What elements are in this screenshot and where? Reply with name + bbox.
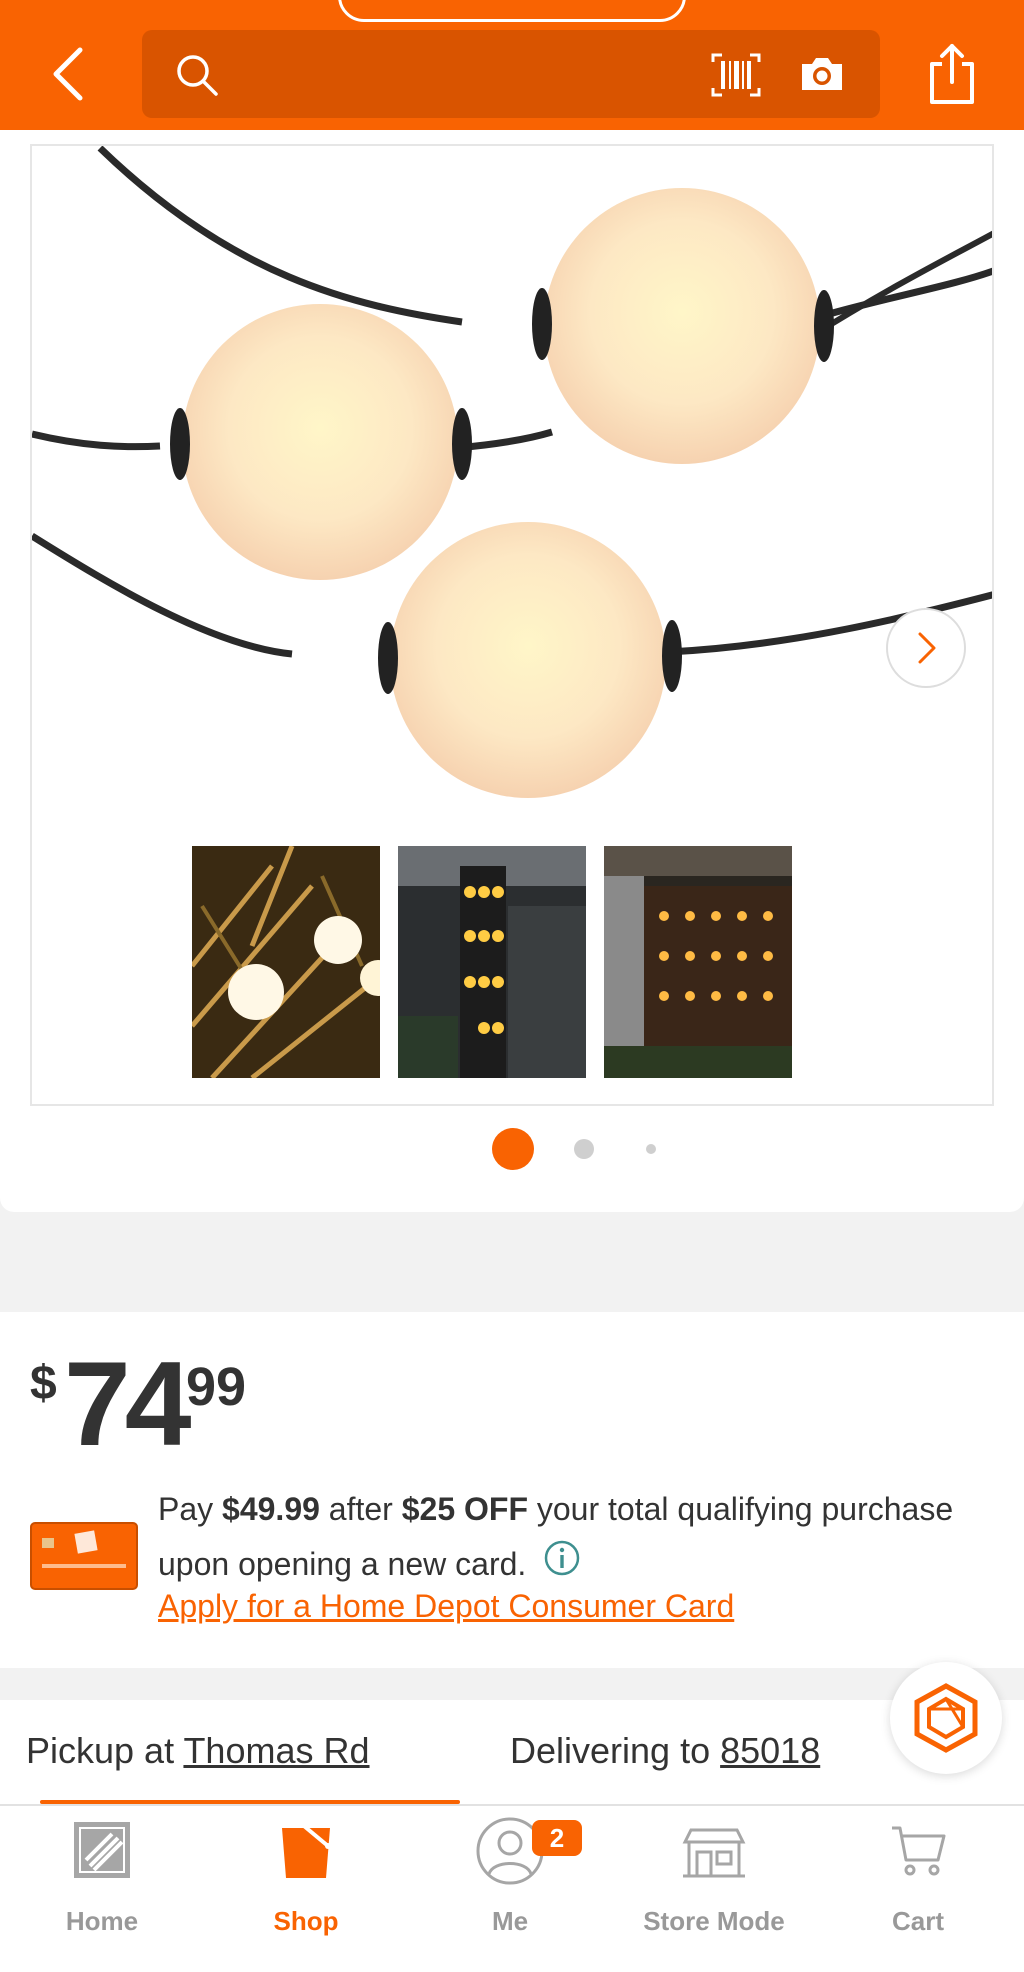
- nav-home[interactable]: Home: [0, 1806, 204, 1972]
- hexagon-chat-icon: [914, 1683, 978, 1753]
- home-depot-logo-icon: [74, 1822, 130, 1878]
- chat-assistant-button[interactable]: [890, 1662, 1002, 1774]
- search-bar[interactable]: [142, 30, 880, 118]
- nav-cart[interactable]: Cart: [816, 1806, 1020, 1972]
- nav-me-label: Me: [491, 1906, 529, 1936]
- pagination-dot[interactable]: [646, 1144, 656, 1154]
- search-icon: [177, 55, 218, 96]
- product-gallery-card: [0, 130, 1024, 1212]
- nav-store-mode-label: Store Mode: [643, 1906, 785, 1936]
- camera-icon[interactable]: [798, 54, 846, 94]
- chevron-right-icon: [918, 632, 936, 664]
- thumbnail-1[interactable]: [192, 846, 380, 1078]
- cart-icon: [892, 1826, 946, 1876]
- nav-shop[interactable]: Shop: [204, 1806, 408, 1972]
- app-header: [0, 0, 1024, 130]
- nav-home-label: Home: [65, 1906, 139, 1936]
- price-dollars: 74: [64, 1337, 192, 1471]
- nav-me[interactable]: 2 Me: [408, 1806, 612, 1972]
- price-section: $ 74 99 Pay $49.99 after $25 OFF your to…: [0, 1312, 1024, 1668]
- barcode-icon[interactable]: [710, 52, 762, 98]
- fulfillment-tabs: Pickup at Thomas Rd Delivering to 85018: [0, 1700, 1024, 1804]
- gallery-pagination: [0, 1128, 1024, 1170]
- info-icon[interactable]: [543, 1539, 581, 1577]
- product-hero-image[interactable]: [30, 144, 994, 1106]
- back-button[interactable]: [40, 40, 96, 108]
- price-cents: 99: [186, 1357, 247, 1417]
- pagination-dot[interactable]: [574, 1139, 594, 1159]
- store-icon: [682, 1828, 746, 1878]
- share-icon: [930, 44, 974, 104]
- promo-after: after: [328, 1491, 393, 1527]
- nav-store-mode[interactable]: Store Mode: [612, 1806, 816, 1972]
- nav-shop-label: Shop: [273, 1906, 339, 1936]
- pagination-dot-active[interactable]: [492, 1128, 534, 1170]
- delivery-label: Delivering to: [510, 1730, 711, 1771]
- card-promo-text: Pay $49.99 after $25 OFF your total qual…: [158, 1482, 998, 1592]
- back-arrow-icon: [53, 47, 83, 101]
- promo-discount: $25 OFF: [401, 1491, 528, 1527]
- bottom-navigation: Home Shop 2 Me Store Mode Cart: [0, 1804, 1024, 1972]
- nav-cart-label: Cart: [891, 1906, 944, 1936]
- delivery-zip-link[interactable]: 85018: [720, 1730, 820, 1771]
- price-currency: $: [30, 1357, 57, 1410]
- thumbnail-strip: [192, 846, 792, 1078]
- consumer-card-image: [30, 1522, 138, 1590]
- promo-pay-amount: $49.99: [222, 1491, 320, 1527]
- search-input[interactable]: [238, 48, 718, 100]
- next-image-button[interactable]: [886, 608, 966, 688]
- top-pill-outline: [338, 0, 686, 22]
- pickup-tab[interactable]: Pickup at Thomas Rd: [26, 1730, 370, 1772]
- apply-card-link[interactable]: Apply for a Home Depot Consumer Card: [158, 1588, 734, 1625]
- thumbnail-2[interactable]: [398, 846, 586, 1078]
- pickup-store-link[interactable]: Thomas Rd: [183, 1730, 369, 1771]
- delivery-tab[interactable]: Delivering to 85018: [510, 1730, 820, 1772]
- pickup-label: Pickup at: [26, 1730, 175, 1771]
- notification-badge: 2: [532, 1820, 582, 1856]
- share-button[interactable]: [924, 40, 980, 108]
- promo-pay-prefix: Pay: [158, 1491, 214, 1527]
- thumbnail-3[interactable]: [604, 846, 792, 1078]
- shop-bucket-icon: [282, 1824, 331, 1878]
